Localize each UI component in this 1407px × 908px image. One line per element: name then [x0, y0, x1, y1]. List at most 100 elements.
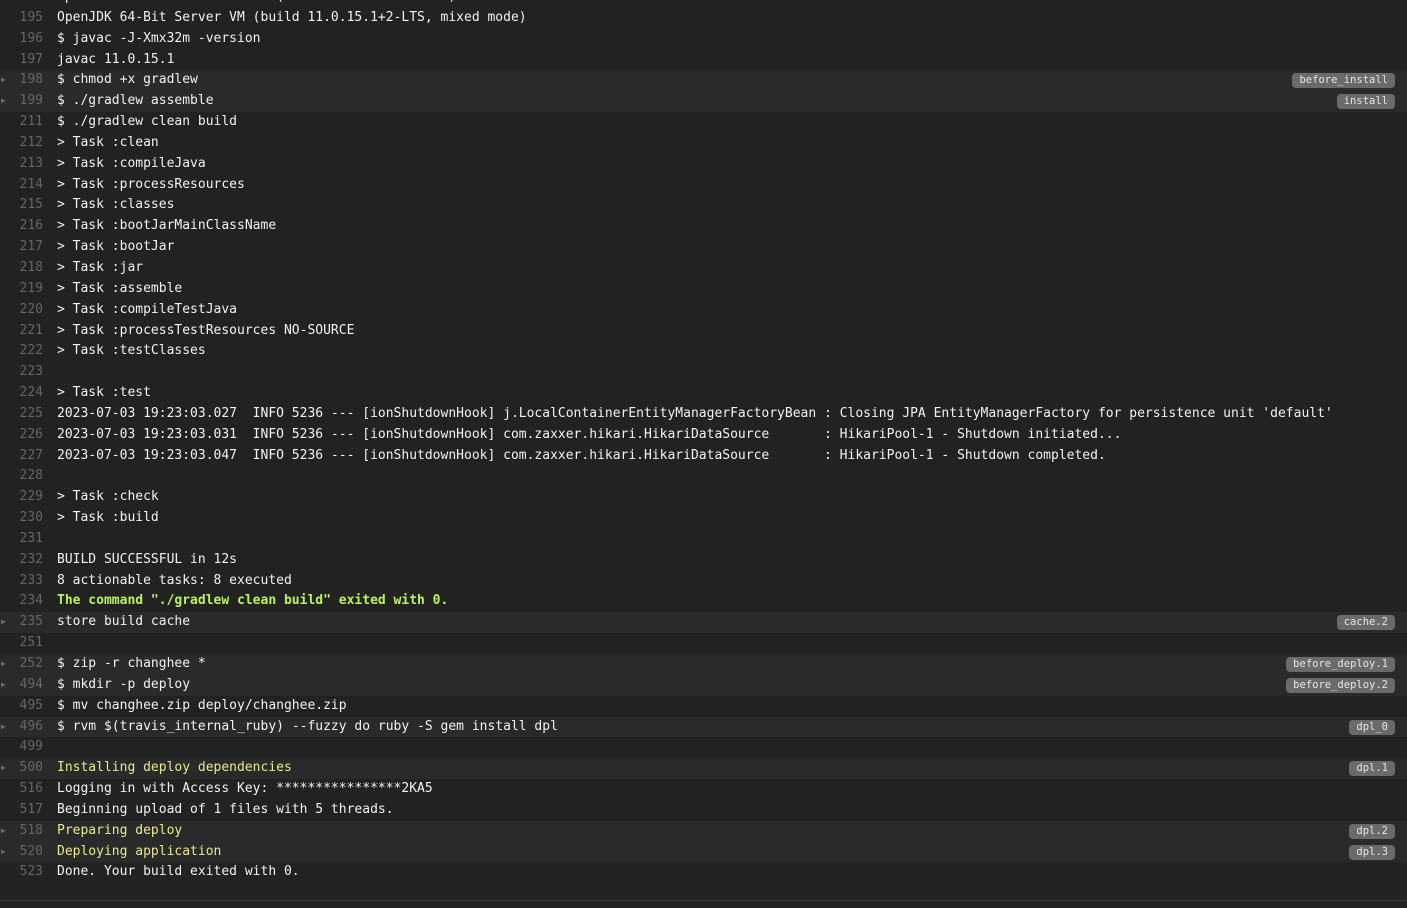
log-fold-before-install[interactable]: ▶ 198 $ chmod +x gradlew before_install [0, 70, 1407, 92]
line-number-link[interactable]: 231 [0, 529, 43, 550]
line-number-link[interactable]: 197 [0, 50, 43, 71]
fold-label-badge: cache.2 [1336, 615, 1395, 631]
log-line: 211 $ ./gradlew clean build [0, 112, 1407, 133]
log-fold-install[interactable]: ▶ 199 $ ./gradlew assemble install [0, 91, 1407, 113]
log-fold-before-deploy-1[interactable]: ▶ 252 $ zip -r changhee * before_deploy.1 [0, 654, 1407, 675]
line-number-link[interactable]: 217 [0, 237, 43, 258]
line-number-link[interactable]: 195 [0, 8, 43, 29]
line-number-link[interactable]: 211 [0, 112, 43, 133]
log-line: 523 Done. Your build exited with 0. [0, 862, 1407, 883]
line-number-link[interactable]: 194 [0, 0, 43, 8]
line-number-link[interactable]: 218 [0, 258, 43, 279]
log-line-text: 8 actionable tasks: 8 executed [57, 572, 292, 588]
line-number-link[interactable]: 198 [0, 70, 43, 91]
line-number-link[interactable]: 226 [0, 425, 43, 446]
log-line-text: > Task :classes [57, 197, 175, 213]
fold-label-badge: dpl.1 [1349, 761, 1395, 777]
log-fold-dpl-0[interactable]: ▶ 496 $ rvm $(travis_internal_ruby) --fuzz… [0, 716, 1407, 738]
line-number-link[interactable]: 232 [0, 550, 43, 571]
line-number-link[interactable]: 223 [0, 362, 43, 383]
log-line: 231 [0, 529, 1407, 550]
fold-label-badge: dpl.3 [1349, 844, 1395, 860]
log-fold-dpl-1[interactable]: ▶ 500 Installing deploy dependencies dpl.1 [0, 758, 1407, 780]
log-line-text: > Task :processTestResources NO-SOURCE [57, 322, 355, 338]
log-fold-before-deploy-2[interactable]: ▶ 494 $ mkdir -p deploy before_deploy.2 [0, 674, 1407, 696]
line-number-link[interactable]: 494 [0, 675, 43, 696]
line-number-link[interactable]: 235 [0, 612, 43, 633]
log-line: 499 [0, 737, 1407, 758]
log-line: 226 2023-07-03 19:23:03.031 INFO 5236 ---… [0, 425, 1407, 446]
log-line-text: OpenJDK Runtime Environment (build 11.0.… [57, 0, 456, 8]
log-line-text: $ chmod +x gradlew [57, 72, 198, 88]
log-line-text: > Task :jar [57, 259, 144, 275]
log-line-text: Done. Your build exited with 0. [57, 864, 300, 880]
fold-label-badge: dpl.2 [1349, 823, 1395, 839]
log-line: 215 > Task :classes [0, 195, 1407, 216]
log-line-text: Logging in with Access Key: ************… [57, 781, 433, 797]
log-line: 217 > Task :bootJar [0, 237, 1407, 258]
line-number-link[interactable]: 520 [0, 842, 43, 863]
line-number-link[interactable]: 219 [0, 279, 43, 300]
log-line: 223 [0, 362, 1407, 383]
line-number-link[interactable]: 234 [0, 591, 43, 612]
log-line-text: $ javac -J-Xmx32m -version [57, 30, 261, 46]
log-line: 517 Beginning upload of 1 files with 5 th… [0, 800, 1407, 821]
log-fold-dpl-2[interactable]: ▶ 518 Preparing deploy dpl.2 [0, 820, 1407, 842]
line-number-link[interactable]: 500 [0, 758, 43, 779]
log-line: 233 8 actionable tasks: 8 executed [0, 571, 1407, 592]
log-line: 195 OpenJDK 64-Bit Server VM (build 11.0.… [0, 8, 1407, 29]
log-line-text: > Task :testClasses [57, 343, 206, 359]
line-number-link[interactable]: 233 [0, 571, 43, 592]
log-line-text: 2023-07-03 19:23:03.027 INFO 5236 --- [i… [57, 405, 1333, 421]
line-number-link[interactable]: 499 [0, 737, 43, 758]
line-number-link[interactable]: 523 [0, 862, 43, 883]
log-line-text: > Task :test [57, 385, 151, 401]
line-number-link[interactable]: 517 [0, 800, 43, 821]
fold-label-badge: dpl_0 [1349, 719, 1395, 735]
log-line: 212 > Task :clean [0, 133, 1407, 154]
log-line-text: $ mkdir -p deploy [57, 676, 191, 692]
log-fold-cache-2[interactable]: ▶ 235 store build cache cache.2 [0, 612, 1407, 634]
fold-label-badge: before_install [1292, 73, 1395, 89]
line-number-link[interactable]: 196 [0, 29, 43, 50]
line-number-link[interactable]: 215 [0, 195, 43, 216]
log-line: 213 > Task :compileJava [0, 154, 1407, 175]
line-number-link[interactable]: 495 [0, 696, 43, 717]
line-number-link[interactable]: 220 [0, 300, 43, 321]
log-line-text: 2023-07-03 19:23:03.031 INFO 5236 --- [i… [57, 426, 1122, 442]
line-number-link[interactable]: 224 [0, 383, 43, 404]
log-line: 194 OpenJDK Runtime Environment (build 11… [0, 0, 1407, 8]
line-number-link[interactable]: 199 [0, 91, 43, 112]
line-number-link[interactable]: 516 [0, 779, 43, 800]
log-line: 216 > Task :bootJarMainClassName [0, 216, 1407, 237]
log-line: 234 The command "./gradlew clean build" e… [0, 591, 1407, 612]
line-number-link[interactable]: 213 [0, 154, 43, 175]
line-number-link[interactable]: 214 [0, 175, 43, 196]
log-line: 221 > Task :processTestResources NO-SOURC… [0, 321, 1407, 342]
log-line: 224 > Task :test [0, 383, 1407, 404]
line-number-link[interactable]: 518 [0, 821, 43, 842]
log-line-text: $ rvm $(travis_internal_ruby) --fuzzy do… [57, 718, 558, 734]
line-number-link[interactable]: 229 [0, 487, 43, 508]
line-number-link[interactable]: 225 [0, 404, 43, 425]
log-line: 228 [0, 466, 1407, 487]
log-line-text: > Task :clean [57, 134, 159, 150]
log-line-text: > Task :processResources [57, 176, 245, 192]
log-fold-dpl-3[interactable]: ▶ 520 Deploying application dpl.3 [0, 841, 1407, 863]
log-line: 214 > Task :processResources [0, 175, 1407, 196]
line-number-link[interactable]: 252 [0, 654, 43, 675]
line-number-link[interactable]: 222 [0, 341, 43, 362]
line-number-link[interactable]: 227 [0, 446, 43, 467]
line-number-link[interactable]: 230 [0, 508, 43, 529]
log-line-text: > Task :compileJava [57, 155, 206, 171]
line-number-link[interactable]: 496 [0, 717, 43, 738]
line-number-link[interactable]: 212 [0, 133, 43, 154]
log-line: 196 $ javac -J-Xmx32m -version [0, 29, 1407, 50]
line-number-link[interactable]: 251 [0, 633, 43, 654]
build-log: 194 OpenJDK Runtime Environment (build 11… [0, 0, 1407, 883]
log-line-text: $ zip -r changhee * [57, 656, 206, 671]
line-number-link[interactable]: 216 [0, 216, 43, 237]
line-number-link[interactable]: 221 [0, 321, 43, 342]
log-line: 197 javac 11.0.15.1 [0, 50, 1407, 71]
line-number-link[interactable]: 228 [0, 466, 43, 487]
